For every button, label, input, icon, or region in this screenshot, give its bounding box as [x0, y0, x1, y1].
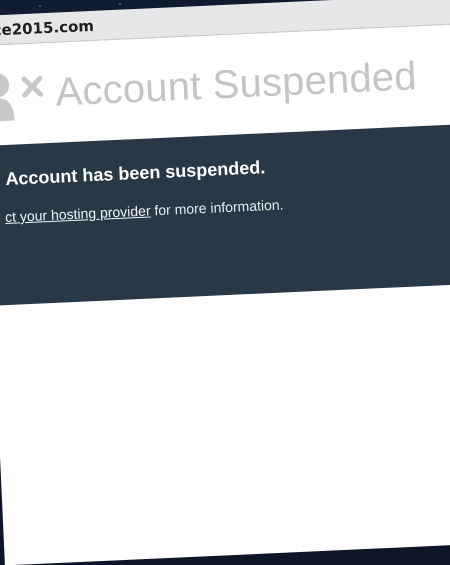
panel-message: ct your hosting provider for more inform… [5, 196, 284, 225]
address-text[interactable]: ce2015.com [0, 17, 94, 40]
page-title: Account Suspended [54, 54, 418, 115]
x-icon [21, 75, 44, 98]
panel-title: Account has been suspended. [4, 157, 266, 190]
heading-row: Account Suspended [0, 39, 450, 123]
browser-window: ce2015.com Account Suspended Account has… [0, 0, 450, 565]
hosting-provider-link[interactable]: ct your hosting provider [5, 202, 151, 225]
panel-message-tail: for more information. [150, 196, 284, 219]
suspension-panel: Account has been suspended. ct your host… [0, 120, 450, 306]
web-page: Account Suspended Account has been suspe… [0, 20, 450, 565]
